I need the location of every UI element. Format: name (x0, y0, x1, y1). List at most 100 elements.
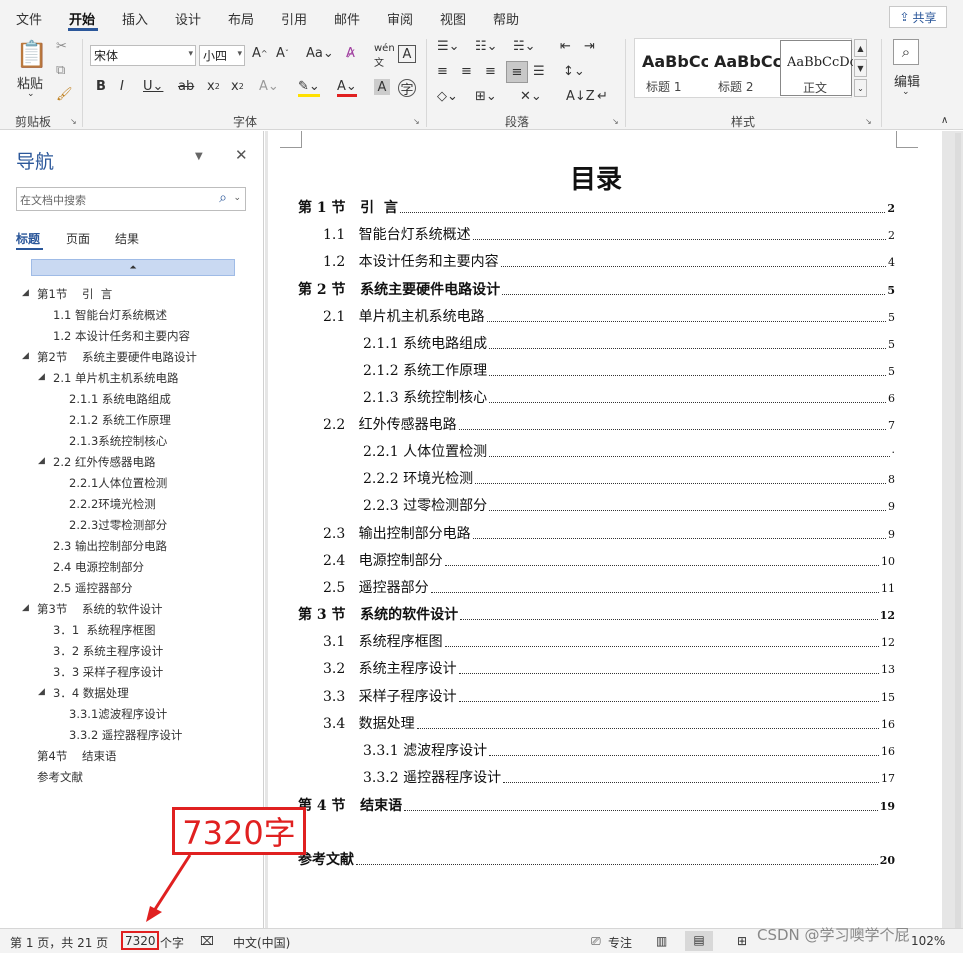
toc-entry[interactable]: 3.2 系统主程序设计 13 (323, 658, 895, 678)
align-center-icon[interactable]: ≡ (461, 64, 472, 79)
underline-icon[interactable]: U⌄ (143, 79, 163, 94)
toc-entry[interactable]: 2.1.1 系统电路组成 5 (363, 333, 895, 353)
nav-heading-item[interactable]: 3.3.2 遥控器程序设计 (69, 727, 182, 743)
character-border-icon[interactable]: A (398, 45, 416, 63)
search-icon[interactable]: ⌕ (219, 190, 227, 206)
nav-heading-item[interactable]: 3．3 采样子程序设计 (53, 664, 163, 680)
nav-heading-item[interactable]: 2.4 电源控制部分 (53, 559, 144, 575)
font-color-icon[interactable]: A⌄ (337, 79, 357, 97)
superscript-icon[interactable]: x2 (231, 79, 244, 94)
grow-font-icon[interactable]: A ^ (252, 46, 268, 61)
toc-entry[interactable]: 3.3 采样子程序设计 15 (323, 686, 895, 706)
nav-heading-item[interactable]: 3.3.1滤波程序设计 (69, 706, 167, 722)
print-layout-icon[interactable]: ▤ (685, 931, 713, 951)
share-button[interactable]: ⇪ 共享 (889, 6, 947, 28)
nav-heading-item[interactable]: 2.2.3过零检测部分 (69, 517, 167, 533)
nav-heading-item[interactable]: 3．2 系统主程序设计 (53, 643, 163, 659)
styles-scroll-up-icon[interactable]: ▲ (854, 39, 867, 57)
toc-entry[interactable]: 2.2.3 过零检测部分 9 (363, 495, 895, 515)
paste-icon[interactable]: 📋 (16, 39, 48, 71)
subscript-icon[interactable]: x2 (207, 79, 220, 94)
borders-icon[interactable]: ⊞⌄ (475, 89, 497, 104)
chevron-down-icon[interactable]: ⌄ (233, 193, 241, 203)
nav-heading-item[interactable]: 2.1.2 系统工作原理 (69, 412, 171, 428)
change-case-icon[interactable]: Aa⌄ (306, 46, 334, 61)
toc-entry[interactable]: 2.4 电源控制部分 10 (323, 550, 895, 570)
web-layout-icon[interactable]: ⊞ (737, 934, 747, 948)
focus-label[interactable]: 专注 (608, 934, 632, 951)
chinese-layout-icon[interactable]: ✕⌄ (520, 89, 542, 104)
toc-entry[interactable]: 3.3.1 滤波程序设计 16 (363, 740, 895, 760)
toc-entry[interactable]: 2.2.2 环境光检测 8 (363, 468, 895, 488)
bullets-icon[interactable]: ☰⌄ (437, 39, 460, 54)
close-icon[interactable]: ✕ (235, 146, 248, 164)
styles-launcher-icon[interactable]: ↘ (865, 117, 872, 126)
expand-triangle-icon[interactable]: ◢ (38, 372, 45, 382)
nav-options-icon[interactable]: ▼ (195, 151, 203, 162)
menu-review[interactable]: 审阅 (387, 9, 413, 28)
nav-heading-item[interactable]: 2.1 单片机主机系统电路 (53, 370, 178, 386)
nav-heading-item[interactable]: 第1节 引 言 (37, 286, 112, 302)
menu-layout[interactable]: 布局 (228, 9, 254, 28)
toc-entry[interactable]: 3.3.2 遥控器程序设计 17 (363, 767, 895, 787)
paste-dropdown-icon[interactable]: ⌄ (27, 89, 35, 99)
menu-design[interactable]: 设计 (175, 9, 201, 28)
menu-help[interactable]: 帮助 (493, 9, 519, 28)
styles-scroll-down-icon[interactable]: ▼ (854, 59, 867, 77)
shrink-font-icon[interactable]: Aˇ (276, 46, 289, 61)
document-page[interactable]: 目录 第 1 节 引 言 2 1.1 智能台灯系统概述 2 1.2 本设计任务和主要内容… (268, 131, 942, 928)
copy-icon[interactable]: ⧉ (56, 63, 65, 78)
toc-entry[interactable]: 第 3 节 系统的软件设计 12 (298, 604, 895, 624)
styles-more-icon[interactable]: ⌄ (854, 79, 867, 97)
shading-icon[interactable]: ◇⌄ (437, 89, 458, 104)
toc-entry[interactable]: 2.1.2 系统工作原理 5 (363, 360, 895, 380)
numbering-icon[interactable]: ☷⌄ (475, 39, 498, 54)
menu-home[interactable]: 开始 (69, 9, 95, 28)
nav-heading-item[interactable]: 第2节 系统主要硬件电路设计 (37, 349, 197, 365)
zoom-level[interactable]: 102% (911, 934, 945, 948)
nav-heading-item[interactable]: 1.1 智能台灯系统概述 (53, 307, 167, 323)
align-left-icon[interactable]: ≡ (437, 64, 448, 79)
language-indicator[interactable]: 中文(中国) (233, 934, 290, 951)
distributed-icon[interactable]: ☰ (533, 64, 545, 79)
collapse-ribbon-icon[interactable]: ∧ (941, 115, 948, 126)
toc-entry[interactable]: 2.2 红外传感器电路 7 (323, 414, 895, 434)
page-indicator[interactable]: 第 1 页，共 21 页 (10, 934, 108, 951)
toc-entry[interactable]: 2.1.3 系统控制核心 6 (363, 387, 895, 407)
toc-entry[interactable]: 2.2.1 人体位置检测 · (363, 441, 895, 461)
chevron-down-icon[interactable]: ⌄ (902, 87, 910, 97)
proofing-icon[interactable]: ⌧ (200, 934, 214, 948)
nav-heading-item[interactable]: 第4节 结束语 (37, 748, 116, 764)
expand-triangle-icon[interactable]: ◢ (22, 603, 29, 613)
style-normal[interactable]: AaBbCcDc 正文 (780, 40, 853, 96)
decrease-indent-icon[interactable]: ⇤ (560, 39, 571, 54)
expand-triangle-icon[interactable]: ◢ (22, 351, 29, 361)
menu-insert[interactable]: 插入 (122, 9, 148, 28)
menu-view[interactable]: 视图 (440, 9, 466, 28)
line-spacing-icon[interactable]: ↕⌄ (563, 64, 585, 79)
toc-entry[interactable]: 第 2 节 系统主要硬件电路设计 5 (298, 279, 895, 299)
toc-entry[interactable]: 3.1 系统程序框图 12 (323, 631, 895, 651)
expand-triangle-icon[interactable]: ◢ (38, 687, 45, 697)
nav-heading-item[interactable]: 2.1.1 系统电路组成 (69, 391, 171, 407)
menu-file[interactable]: 文件 (16, 9, 42, 28)
toc-entry[interactable]: 第 4 节 结束语 19 (298, 795, 895, 815)
nav-heading-item[interactable]: 参考文献 (37, 769, 83, 785)
read-mode-icon[interactable]: ▥ (656, 934, 667, 948)
find-icon[interactable]: ⌕ (893, 39, 919, 65)
cut-icon[interactable]: ✂ (56, 39, 67, 54)
toc-entry[interactable]: 2.5 遥控器部分 11 (323, 577, 895, 597)
font-launcher-icon[interactable]: ↘ (413, 117, 420, 126)
nav-heading-item[interactable]: 2.1.3系统控制核心 (69, 433, 167, 449)
word-count-value[interactable]: 7320 (125, 934, 156, 948)
nav-heading-item[interactable]: 3．1 系统程序框图 (53, 622, 155, 638)
show-marks-icon[interactable]: ↵ (597, 89, 608, 104)
expand-triangle-icon[interactable]: ◢ (22, 288, 29, 298)
clear-formatting-icon[interactable]: A̷ (346, 46, 355, 61)
toc-entry[interactable]: 第 1 节 引 言 2 (298, 197, 895, 217)
nav-search-input[interactable]: 在文档中搜索 ⌕ ⌄ (16, 187, 246, 211)
toc-entry[interactable]: 2.1 单片机主机系统电路 5 (323, 306, 895, 326)
vertical-scrollbar[interactable] (955, 133, 961, 928)
style-heading-2[interactable]: AaBbCc 标题 2 (708, 40, 780, 96)
nav-heading-item[interactable]: 3．4 数据处理 (53, 685, 129, 701)
